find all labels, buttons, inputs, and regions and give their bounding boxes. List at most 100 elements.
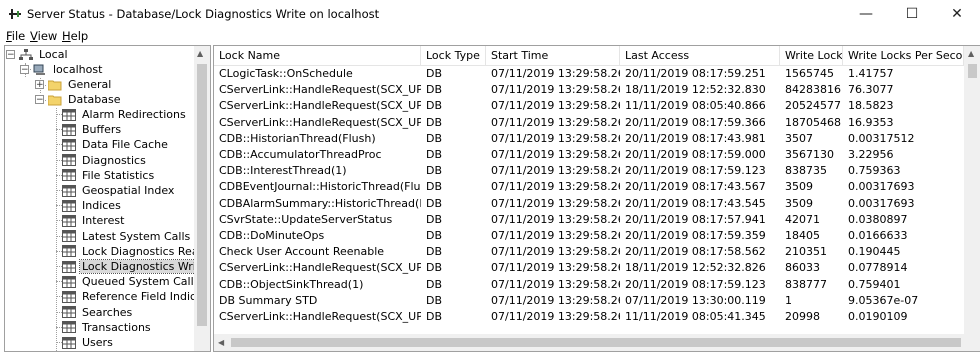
table-cell: 18405 <box>785 229 820 242</box>
table-vertical-scrollbar[interactable]: ▲ <box>964 46 980 334</box>
column-header[interactable]: Lock Name <box>214 46 421 65</box>
table-row[interactable]: CServerLink::HandleRequest(SCX_UPDATE_..… <box>214 82 964 98</box>
table-cell: 18705468 <box>785 115 841 129</box>
tree-item-label: Searches <box>82 305 133 319</box>
table-cell: 0.0190109 <box>848 310 908 323</box>
scroll-up-icon[interactable]: ▲ <box>968 49 974 58</box>
table-horizontal-scrollbar[interactable]: ◀ <box>214 334 980 351</box>
table-row[interactable]: CSvrState::UpdateServerStatus DB 07/11/201… <box>214 212 964 228</box>
table-cell: 20/11/2019 08:17:43.545 <box>625 196 766 210</box>
table-cell: DB <box>426 212 443 226</box>
tree-item[interactable]: Reference Field Indices <box>62 289 210 304</box>
tree-item-label: Transactions <box>82 320 151 334</box>
table-row[interactable]: DB Summary STD DB 07/11/2019 13:29:58.262 0… <box>214 293 964 309</box>
tree-item[interactable]: Geospatial Index <box>62 183 176 198</box>
table-row[interactable]: CDB::AccumulatorThreadProc DB 07/11/2019 1… <box>214 147 964 163</box>
column-header[interactable]: Write Locks Per Second <box>843 46 964 65</box>
table-cell: 11/11/2019 08:05:41.345 <box>625 310 766 323</box>
table-cell: DB <box>426 293 443 307</box>
collapse-icon[interactable]: − <box>20 65 29 75</box>
table-row[interactable]: CDBAlarmSummary::HistoricThread(Flush) DB… <box>214 196 964 212</box>
tree-item[interactable]: Lock Diagnostics Write <box>62 259 210 274</box>
expand-icon[interactable]: + <box>35 80 44 90</box>
table-cell: 0.00317693 <box>848 180 915 194</box>
tree-item[interactable]: Transactions <box>62 320 153 335</box>
table-cell: 0.0778914 <box>848 261 908 275</box>
table-cell: CSvrState::UpdateServerStatus <box>219 212 393 226</box>
table-cell: 20524577 <box>785 99 841 113</box>
close-button[interactable]: ✕ <box>934 0 980 28</box>
table-row[interactable]: CDB::ObjectSinkThread(1) DB 07/11/2019 13:… <box>214 277 964 293</box>
table-cell: 3567130 <box>785 148 834 161</box>
table-row[interactable]: CServerLink::HandleRequest(SCX_UPDATE_..… <box>214 98 964 114</box>
table-row[interactable]: CServerLink::HandleRequest(SCX_UPDATE_..… <box>214 309 964 325</box>
column-header[interactable]: Lock Type <box>421 46 486 65</box>
table-row[interactable]: CDB::DoMinuteOps DB 07/11/2019 13:29:58.26… <box>214 228 964 244</box>
table-cell: CDB::ObjectSinkThread(1) <box>219 277 364 291</box>
tree-node-general[interactable]: + General <box>35 77 113 92</box>
tree-item[interactable]: Latest System Calls <box>62 229 192 244</box>
tree-item[interactable]: Interest <box>62 213 126 228</box>
table-cell: 20/11/2019 08:17:57.941 <box>625 212 766 226</box>
tree-item[interactable]: File Statistics <box>62 168 156 183</box>
menu-file[interactable]: File <box>6 29 25 43</box>
scroll-left-icon[interactable]: ◀ <box>218 338 224 347</box>
tree-scrollbar[interactable]: ▲ <box>194 46 210 351</box>
tree-item[interactable]: Indices <box>62 198 123 213</box>
tree-item[interactable]: Data File Cache <box>62 137 170 152</box>
tree-node-database[interactable]: − Database <box>35 92 123 107</box>
tree-item[interactable]: Searches <box>62 305 134 320</box>
collapse-icon[interactable]: − <box>6 50 15 60</box>
tree-label-local: Local <box>39 48 68 61</box>
table-row[interactable]: CLogicTask::OnSchedule DB 07/11/2019 13:29… <box>214 66 964 82</box>
table-vscroll-thumb[interactable] <box>968 64 977 78</box>
tree-item[interactable]: Queued System Calls <box>62 274 201 289</box>
table-row[interactable]: CServerLink::HandleRequest(SCX_UPDATE_..… <box>214 260 964 276</box>
tree-node-local[interactable]: − Local <box>6 47 70 62</box>
tree-item[interactable]: Lock Diagnostics Read <box>62 244 208 259</box>
menu-view[interactable]: View <box>30 29 57 43</box>
menu-help[interactable]: Help <box>62 29 88 43</box>
table-row[interactable]: Check User Account Reenable DB 07/11/2019 … <box>214 244 964 260</box>
minimize-button[interactable]: — <box>843 0 889 28</box>
table-cell: DB Summary STD <box>219 293 318 307</box>
tree-item[interactable]: Users <box>62 335 115 350</box>
folder-icon <box>48 95 62 105</box>
table-icon <box>62 306 76 319</box>
table-cell: 20998 <box>785 310 820 323</box>
table-row[interactable]: CDBEventJournal::HistoricThread(Flush) DB… <box>214 179 964 195</box>
table-icon <box>62 199 76 212</box>
table-cell: 210351 <box>785 245 827 259</box>
table-row[interactable]: CServerLink::HandleRequest(SCX_UPDATE_..… <box>214 115 964 131</box>
column-header[interactable]: Last Access <box>620 46 780 65</box>
table-cell: DB <box>426 99 443 113</box>
column-header[interactable]: Start Time <box>486 46 620 65</box>
collapse-icon[interactable]: − <box>35 95 44 105</box>
table-cell: DB <box>426 164 443 178</box>
table-cell: 07/11/2019 13:29:58.262 <box>491 277 620 291</box>
tree-item[interactable]: Diagnostics <box>62 153 148 168</box>
table-cell: 07/11/2019 13:29:58.262 <box>491 196 620 210</box>
table-cell: DB <box>426 83 443 97</box>
tree-scroll-thumb[interactable] <box>197 64 207 326</box>
tree-item-label: Queued System Calls <box>82 275 200 289</box>
table-hscroll-thumb[interactable] <box>231 338 961 347</box>
tree-item[interactable]: Buffers <box>62 122 123 137</box>
tree-node-localhost[interactable]: − localhost <box>20 62 104 77</box>
navigation-tree[interactable]: − Local − localhost + General − Database… <box>4 45 211 352</box>
table-cell: CDBAlarmSummary::HistoricThread(Flush) <box>219 196 421 210</box>
table-row[interactable]: CDB::HistorianThread(Flush) DB 07/11/2019 … <box>214 131 964 147</box>
table-cell: DB <box>426 310 443 323</box>
tree-item-label: Latest System Calls <box>82 229 191 243</box>
maximize-button[interactable]: ☐ <box>889 0 935 28</box>
table-cell: 07/11/2019 13:29:58.262 <box>491 180 620 194</box>
table-cell: DB <box>426 261 443 275</box>
tree-item[interactable]: Alarm Redirections <box>62 107 188 122</box>
table-cell: 0.0166633 <box>848 229 908 242</box>
column-header[interactable]: Write Locks <box>780 46 843 65</box>
table-cell: 3.22956 <box>848 148 894 161</box>
scroll-up-icon[interactable]: ▲ <box>197 49 203 58</box>
table-icon <box>62 230 76 243</box>
table-cell: 07/11/2019 13:29:58.262 <box>491 310 620 323</box>
table-row[interactable]: CDB::InterestThread(1) DB 07/11/2019 13:29… <box>214 163 964 179</box>
